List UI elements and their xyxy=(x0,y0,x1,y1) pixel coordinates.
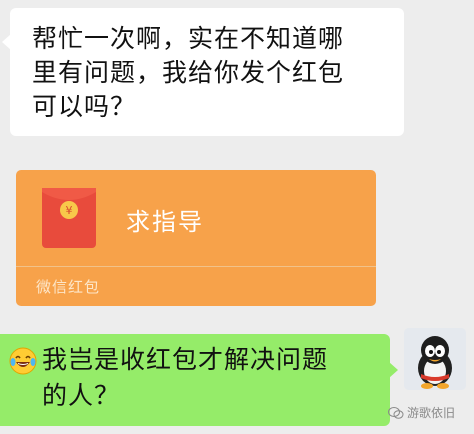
tears-of-joy-emoji-icon xyxy=(9,347,37,375)
incoming-message-bubble[interactable]: 帮忙一次啊，实在不知道哪 里有问题，我给你发个红包 可以吗？ xyxy=(2,8,404,136)
red-packet-title: 求指导 xyxy=(126,208,204,236)
incoming-message-text: 帮忙一次啊，实在不知道哪 里有问题，我给你发个红包 可以吗？ xyxy=(32,24,345,121)
svg-text:¥: ¥ xyxy=(66,204,73,217)
red-packet-body: ¥ 求指导 xyxy=(16,170,376,264)
watermark-text: 游歌依旧 xyxy=(407,406,456,420)
red-envelope-icon: ¥ xyxy=(42,188,96,248)
outgoing-message-text: 我岂是收红包才解决问题 的人？ xyxy=(42,345,329,410)
wechat-icon xyxy=(388,406,404,419)
chat-area: 帮忙一次啊，实在不知道哪 里有问题，我给你发个红包 可以吗？ ¥ 求指导 微信红… xyxy=(0,0,474,434)
red-packet-footer: 微信红包 xyxy=(36,278,101,296)
red-packet-message[interactable]: ¥ 求指导 微信红包 xyxy=(16,170,376,306)
watermark: 游歌依旧 xyxy=(388,404,455,421)
red-packet-divider xyxy=(16,266,376,267)
user-avatar[interactable] xyxy=(404,328,466,390)
penguin-avatar-icon xyxy=(404,328,466,390)
outgoing-message-bubble[interactable]: 我岂是收红包才解决问题 的人？ xyxy=(0,334,398,426)
